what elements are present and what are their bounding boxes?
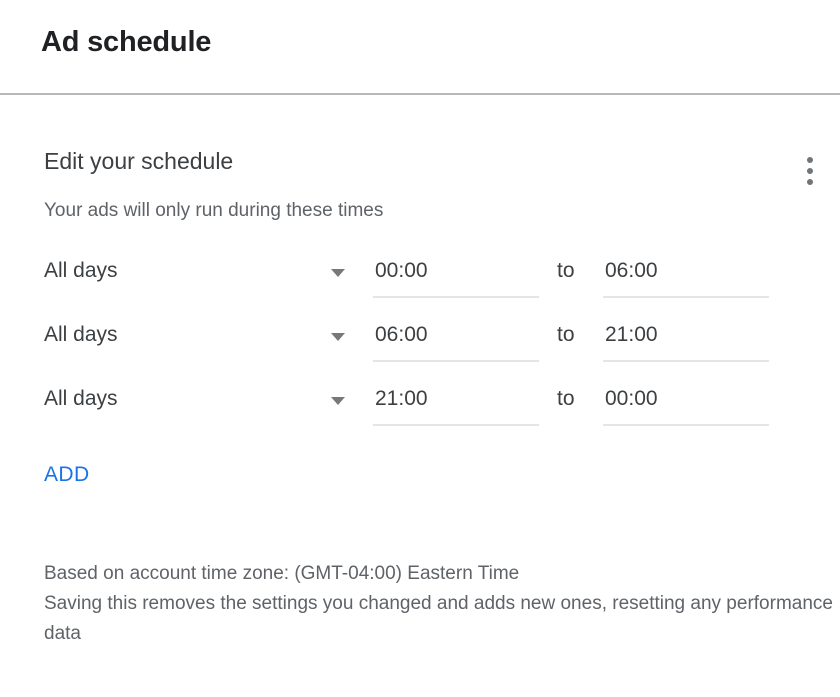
day-select-0[interactable]: All days xyxy=(44,252,350,294)
schedule-row: All days 21:00 to 00:00 xyxy=(0,380,840,444)
to-label-2: to xyxy=(557,384,575,414)
saving-note: Saving this removes the settings you cha… xyxy=(44,589,834,649)
to-label-0: to xyxy=(557,256,575,286)
day-select-2[interactable]: All days xyxy=(44,380,350,422)
end-time-input-1[interactable]: 21:00 xyxy=(603,316,769,362)
chevron-down-icon xyxy=(331,333,345,341)
chevron-down-icon xyxy=(331,269,345,277)
input-underline xyxy=(373,296,539,298)
day-select-1[interactable]: All days xyxy=(44,316,350,358)
more-vert-icon-dot-1 xyxy=(807,157,813,163)
schedule-rows: All days 00:00 to 06:00 All days xyxy=(0,252,840,444)
more-options-button[interactable] xyxy=(799,147,821,195)
more-vert-icon-dot-2 xyxy=(807,168,813,174)
end-time-input-0[interactable]: 06:00 xyxy=(603,252,769,298)
end-time-value-0: 06:00 xyxy=(605,256,658,286)
start-time-value-0: 00:00 xyxy=(375,256,428,286)
start-time-input-1[interactable]: 06:00 xyxy=(373,316,539,362)
input-underline xyxy=(603,296,769,298)
end-time-input-2[interactable]: 00:00 xyxy=(603,380,769,426)
dialog-body: Edit your schedule Your ads will only ru… xyxy=(0,95,840,697)
section-subheading: Your ads will only run during these time… xyxy=(44,198,383,224)
input-underline xyxy=(373,424,539,426)
chevron-down-icon xyxy=(331,397,345,405)
timezone-note: Based on account time zone: (GMT-04:00) … xyxy=(44,559,834,589)
input-underline xyxy=(373,360,539,362)
end-time-value-2: 00:00 xyxy=(605,384,658,414)
day-select-label-0: All days xyxy=(44,256,118,286)
input-underline xyxy=(603,424,769,426)
day-select-label-2: All days xyxy=(44,384,118,414)
ad-schedule-dialog: Ad schedule Edit your schedule Your ads … xyxy=(0,0,840,697)
footer-notes: Based on account time zone: (GMT-04:00) … xyxy=(44,559,834,649)
schedule-row: All days 06:00 to 21:00 xyxy=(0,316,840,380)
start-time-input-0[interactable]: 00:00 xyxy=(373,252,539,298)
add-schedule-button[interactable]: ADD xyxy=(44,461,90,489)
end-time-value-1: 21:00 xyxy=(605,320,658,350)
start-time-value-1: 06:00 xyxy=(375,320,428,350)
day-select-label-1: All days xyxy=(44,320,118,350)
start-time-input-2[interactable]: 21:00 xyxy=(373,380,539,426)
more-vert-icon-dot-3 xyxy=(807,179,813,185)
section-heading: Edit your schedule xyxy=(44,146,233,176)
schedule-row: All days 00:00 to 06:00 xyxy=(0,252,840,316)
input-underline xyxy=(603,360,769,362)
start-time-value-2: 21:00 xyxy=(375,384,428,414)
dialog-header: Ad schedule xyxy=(0,0,840,94)
to-label-1: to xyxy=(557,320,575,350)
page-title: Ad schedule xyxy=(41,22,211,62)
